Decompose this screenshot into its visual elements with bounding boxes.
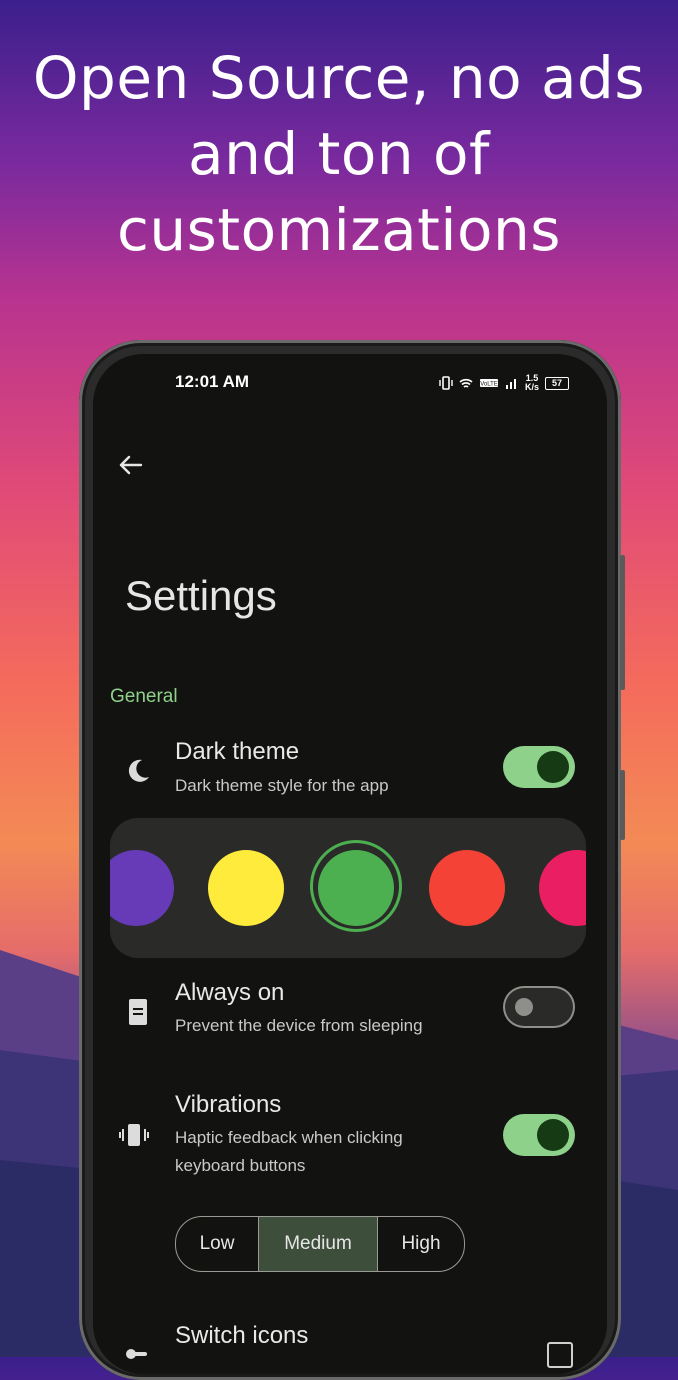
color-swatch-yellow[interactable] [208,850,284,926]
strength-high-button[interactable]: High [378,1217,464,1271]
dark-theme-subtitle: Dark theme style for the app [175,776,389,795]
vibrations-toggle[interactable] [503,1114,575,1156]
network-speed-unit: K/s [524,382,539,392]
vibrations-subtitle-line2: keyboard buttons [175,1156,306,1175]
battery-icon: 57 [545,376,569,390]
vibrations-subtitle-line1: Haptic feedback when clicking [175,1128,403,1147]
moon-icon [128,759,149,782]
dark-theme-title: Dark theme [175,738,300,765]
back-arrow-icon[interactable] [115,450,145,480]
network-speed: 1.5 K/s [525,374,539,392]
color-swatch-purple[interactable] [110,850,174,926]
status-icons: VoLTE 1.5 K/s 57 [439,374,569,392]
svg-text:VoLTE: VoLTE [480,382,498,388]
phone-frame: 12:01 AM VoLTE 1.5 K/s 57 Settings Gener… [79,340,625,1380]
vibration-strength-selector: Low Medium High [175,1216,465,1272]
strength-medium-button[interactable]: Medium [259,1217,378,1271]
signal-icon [505,379,516,389]
headline: Open Source, no ads and ton of customiza… [32,44,646,264]
dark-theme-toggle[interactable] [503,746,575,788]
app-screen: 12:01 AM VoLTE 1.5 K/s 57 Settings Gener… [93,354,607,1374]
color-swatch-green[interactable] [318,850,394,926]
switch-icon [126,1349,147,1359]
wifi-icon [459,378,473,388]
status-bar: 12:01 AM VoLTE 1.5 K/s 57 [93,372,607,396]
status-time: 12:01 AM [175,372,250,391]
color-swatch-red[interactable] [429,850,505,926]
switch-icons-checkbox[interactable] [547,1342,573,1368]
vibrate-icon [439,376,453,390]
always-on-toggle[interactable] [503,986,575,1028]
volume-button [620,555,625,690]
section-header-general: General [110,686,178,707]
strength-low-button[interactable]: Low [176,1217,259,1271]
theme-color-palette [110,818,586,958]
vibrations-title: Vibrations [175,1091,282,1118]
always-on-subtitle: Prevent the device from sleeping [175,1016,423,1035]
switch-icons-title: Switch icons [175,1322,309,1349]
document-icon [129,999,147,1025]
vibration-icon [119,1124,149,1146]
power-button [620,770,625,840]
volte-icon: VoLTE [479,379,498,388]
color-swatch-pink[interactable] [539,850,586,926]
always-on-title: Always on [175,979,285,1006]
page-title: Settings [125,572,277,619]
